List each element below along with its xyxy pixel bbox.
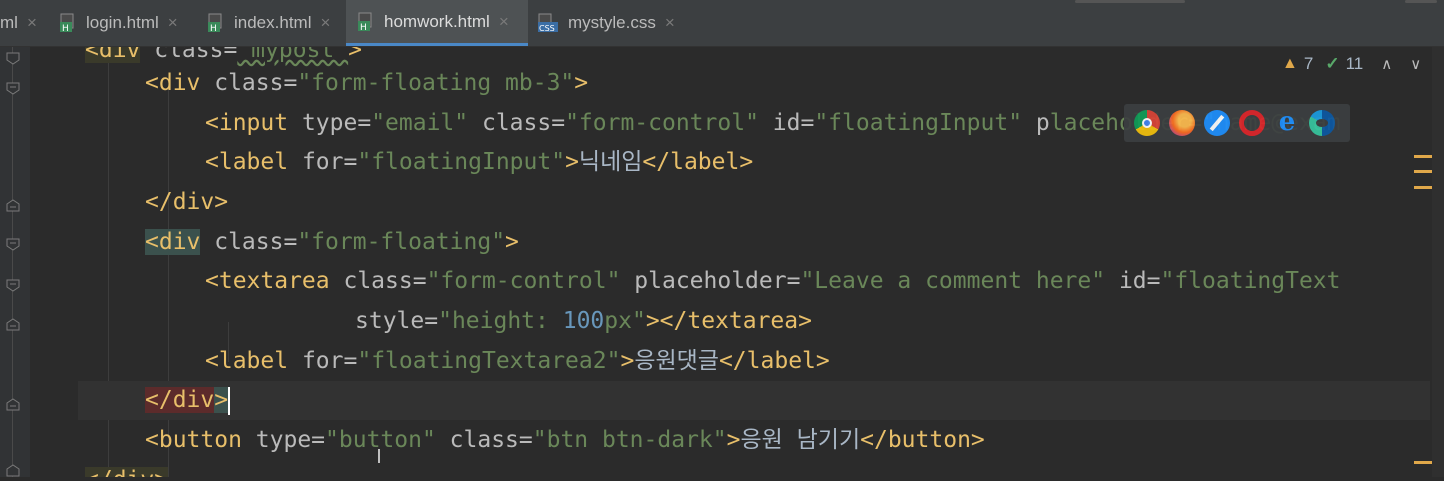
fold-marker-icon[interactable] bbox=[6, 197, 20, 212]
svg-text:H: H bbox=[62, 24, 69, 33]
tab-homwork-html[interactable]: H homwork.html × bbox=[346, 0, 528, 46]
editor-tab-bar: ml × H login.html × H index.html × H hom… bbox=[0, 0, 1444, 47]
warning-stripe-mark[interactable] bbox=[1414, 461, 1432, 464]
close-icon[interactable]: × bbox=[320, 13, 330, 33]
code-line: <div class="form-floating"> bbox=[145, 229, 519, 255]
close-icon[interactable]: × bbox=[27, 13, 37, 33]
tab-index-html[interactable]: H index.html × bbox=[208, 0, 342, 46]
warning-stripe-mark[interactable] bbox=[1414, 155, 1432, 158]
code-line: <label for="floatingInput">닉네임</label> bbox=[205, 149, 754, 175]
fold-marker-icon[interactable] bbox=[6, 236, 20, 251]
code-line: </div> bbox=[145, 189, 229, 215]
chevron-down-icon[interactable]: ∨ bbox=[1410, 55, 1421, 73]
fold-marker-icon[interactable] bbox=[6, 50, 20, 65]
code-line: <div class="form-floating mb-3"> bbox=[145, 70, 589, 96]
svg-text:CSS: CSS bbox=[539, 24, 555, 33]
code-line: </div> bbox=[85, 461, 169, 477]
tab-login-html[interactable]: H login.html × bbox=[60, 0, 200, 46]
tab-label: mystyle.css bbox=[568, 13, 656, 32]
tab-label: index.html bbox=[234, 13, 312, 32]
warning-stripe-mark[interactable] bbox=[1414, 186, 1432, 189]
warning-count: 7 bbox=[1303, 54, 1314, 73]
tab-label: homwork.html bbox=[384, 11, 490, 31]
chevron-up-icon[interactable]: ∧ bbox=[1381, 55, 1392, 73]
html-file-icon: H bbox=[60, 13, 78, 34]
browser-preview-popup: e bbox=[1124, 104, 1350, 142]
warning-icon: ▲ bbox=[1282, 55, 1298, 72]
css-file-icon: CSS bbox=[538, 13, 560, 33]
fold-marker-icon[interactable] bbox=[6, 462, 20, 477]
tab-mystyle-css[interactable]: CSS mystyle.css × bbox=[538, 0, 688, 46]
editor-gutter bbox=[0, 47, 30, 477]
code-line: <button type="button" class="btn btn-dar… bbox=[145, 427, 985, 453]
html-file-icon: H bbox=[358, 12, 376, 33]
internet-explorer-icon[interactable]: e bbox=[1274, 109, 1300, 136]
warning-stripe-mark[interactable] bbox=[1414, 170, 1432, 173]
fold-marker-icon[interactable] bbox=[6, 80, 20, 95]
check-icon: ✓ bbox=[1325, 54, 1340, 73]
close-icon[interactable]: × bbox=[665, 13, 675, 33]
tab-partial-html[interactable]: ml × bbox=[0, 0, 48, 46]
opera-icon[interactable] bbox=[1239, 110, 1265, 136]
close-icon[interactable]: × bbox=[499, 12, 509, 32]
mouse-cursor-icon bbox=[378, 449, 380, 463]
html-file-icon: H bbox=[208, 13, 226, 34]
text-caret bbox=[228, 386, 231, 415]
safari-icon[interactable] bbox=[1204, 110, 1230, 136]
svg-text:H: H bbox=[210, 24, 217, 33]
chrome-icon[interactable] bbox=[1134, 110, 1160, 136]
code-line: style="height: 100px"></textarea> bbox=[355, 308, 812, 334]
code-line: <label for="floatingTextarea2">응원댓글</lab… bbox=[205, 348, 830, 374]
fold-marker-icon[interactable] bbox=[6, 316, 20, 331]
toolbar-strip bbox=[1405, 0, 1437, 3]
fold-guide bbox=[12, 47, 13, 477]
firefox-icon[interactable] bbox=[1169, 110, 1195, 136]
editor-scrollbar[interactable] bbox=[1432, 47, 1444, 477]
code-line-current: </div> bbox=[78, 381, 1430, 420]
inspection-widget[interactable]: ▲ 7 ✓ 11 ∧ ∨ bbox=[1282, 54, 1421, 74]
edge-icon[interactable] bbox=[1309, 110, 1335, 136]
fold-marker-icon[interactable] bbox=[6, 277, 20, 292]
tab-label: ml bbox=[0, 13, 18, 32]
tab-label: login.html bbox=[86, 13, 159, 32]
fold-marker-icon[interactable] bbox=[6, 396, 20, 411]
close-icon[interactable]: × bbox=[168, 13, 178, 33]
code-line: <textarea class="form-control" placehold… bbox=[205, 268, 1341, 294]
svg-text:H: H bbox=[360, 23, 367, 32]
toolbar-strip bbox=[1075, 0, 1185, 3]
ok-count: 11 bbox=[1345, 54, 1364, 73]
